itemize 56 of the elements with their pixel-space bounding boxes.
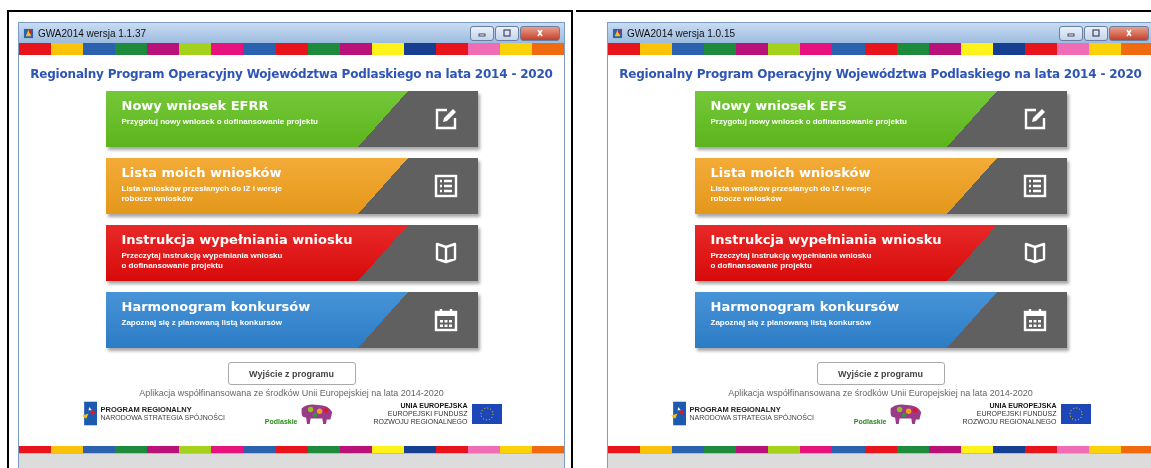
menu-tile[interactable]: Instrukcja wypełniania wniosku Przeczytaj instrukcję wypełniania wniosku o dofinansowanie projektu [694,225,1067,281]
program-heading: Regionalny Program Operacyjny Województwa Podlaskiego na lata 2014 - 2020 [30,67,553,81]
menu-tile[interactable]: Nowy wniosek EFS Przygotuj nowy wniosek o dofinansowanie projektu [694,91,1067,147]
menu-tile[interactable]: Harmonogram konkursów Zapoznaj się z planowaną listą konkursów [694,292,1067,348]
window-title: GWA2014 wersja 1.0.15 [627,27,737,39]
tile-title: Harmonogram konkursów [121,298,312,315]
maximize-icon [502,29,512,37]
menu-tile[interactable]: Nowy wniosek EFRR Przygotuj nowy wniosek o dofinansowanie projektu [105,91,478,147]
eu-flag-icon [471,403,502,424]
exit-button[interactable]: Wyjście z programu [816,362,945,385]
eu-flag-icon [1060,403,1091,424]
close-icon [535,29,545,37]
tile-description: Przeczytaj instrukcję wypełniania wniosku o dofinansowanie projektu [710,251,873,271]
tile-title: Nowy wniosek EFS [710,97,848,114]
tile-title: Lista moich wniosków [710,164,872,181]
app-icon [23,27,34,39]
edit-icon [433,107,458,131]
tile-description: Zapoznaj się z planowaną listą konkursów [121,318,283,328]
close-button[interactable] [1109,25,1149,41]
list-icon [1022,174,1047,198]
window-title: GWA2014 wersja 1.1.37 [38,27,148,39]
tile-title: Instrukcja wypełniania wniosku [710,231,943,248]
menu-tile[interactable]: Lista moich wniosków Lista wniosków przesłanych do IZ i wersje robocze wniosków [694,158,1067,214]
menu-tile[interactable]: Harmonogram konkursów Zapoznaj się z planowaną listą konkursów [105,292,478,348]
program-logo-icon [670,399,686,428]
maximize-icon [1091,29,1101,37]
tile-title: Instrukcja wypełniania wniosku [121,231,354,248]
tile-description: Zapoznaj się z planowaną listą konkursów [710,318,872,328]
program-logo-icon [81,399,97,428]
minimize-button[interactable] [1059,25,1083,41]
program-heading: Regionalny Program Operacyjny Województwa Podlaskiego na lata 2014 - 2020 [619,67,1142,81]
minimize-button[interactable] [470,25,494,41]
exit-button[interactable]: Wyjście z programu [227,362,356,385]
tile-description: Lista wniosków przesłanych do IZ i wersje robocze wniosków [121,184,283,204]
close-icon [1124,29,1134,37]
menu-tile[interactable]: Instrukcja wypełniania wniosku Przeczytaj instrukcję wypełniania wniosku o dofinansowanie projektu [105,225,478,281]
book-icon [433,241,458,265]
calendar-icon [1022,308,1047,332]
tile-title: Harmonogram konkursów [710,298,901,315]
book-icon [1022,241,1047,265]
tile-title: Lista moich wniosków [121,164,283,181]
close-button[interactable] [520,25,560,41]
list-icon [433,174,458,198]
maximize-button[interactable] [1084,25,1108,41]
tile-title: Nowy wniosek EFRR [121,97,270,114]
calendar-icon [433,308,458,332]
app-icon [612,27,623,39]
funding-note: Aplikacja współfinansowana ze środków Unii Europejskiej na lata 2014-2020 [139,388,444,398]
tile-description: Przeczytaj instrukcję wypełniania wniosku o dofinansowanie projektu [121,251,284,271]
tile-description: Lista wniosków przesłanych do IZ i wersje robocze wniosków [710,184,872,204]
menu-tile[interactable]: Lista moich wniosków Lista wniosków przesłanych do IZ i wersje robocze wniosków [105,158,478,214]
edit-icon [1022,107,1047,131]
maximize-button[interactable] [495,25,519,41]
tile-description: Przygotuj nowy wniosek o dofinansowanie projektu [710,117,908,127]
funding-note: Aplikacja współfinansowana ze środków Unii Europejskiej na lata 2014-2020 [728,388,1033,398]
tile-description: Przygotuj nowy wniosek o dofinansowanie projektu [121,117,319,127]
